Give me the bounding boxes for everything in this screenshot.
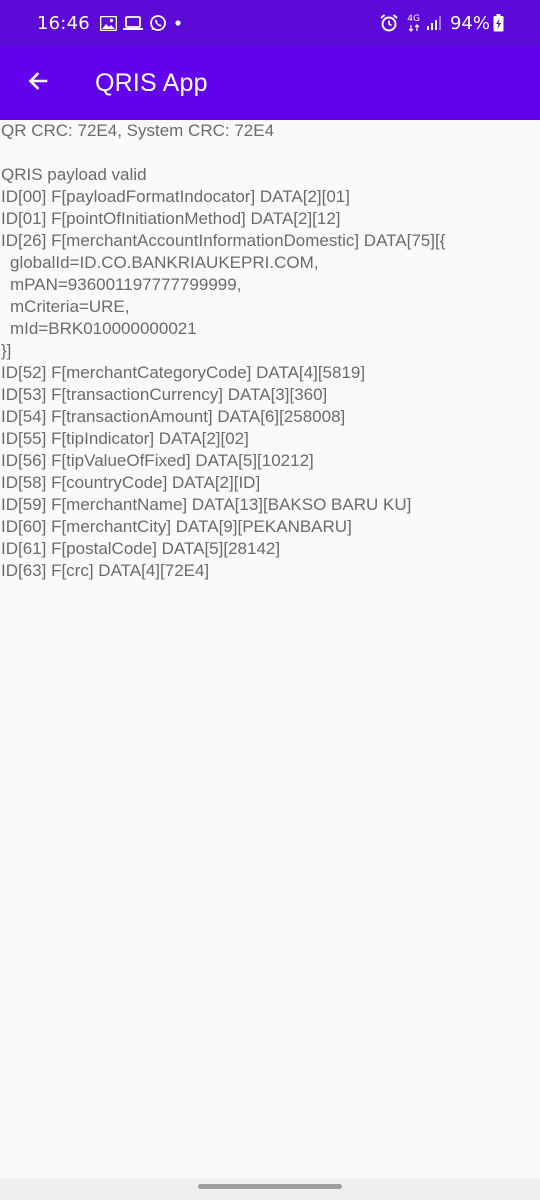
laptop-icon [122, 15, 143, 31]
payload-field-line: ID[00] F[payloadFormatIndocator] DATA[2]… [1, 187, 350, 206]
payload-field-line: ID[61] F[postalCode] DATA[5][28142] [1, 539, 281, 558]
whatsapp-icon [149, 14, 167, 32]
battery-charging-icon [493, 14, 504, 32]
notification-icons [99, 14, 189, 32]
back-button[interactable] [10, 55, 66, 111]
payload-field-line: ID[55] F[tipIndicator] DATA[2][02] [1, 429, 249, 448]
image-icon [99, 15, 117, 31]
arrow-left-icon [26, 69, 50, 98]
payload-field-line: ID[52] F[merchantCategoryCode] DATA[4][5… [1, 363, 366, 382]
payload-field-line: ID[60] F[merchantCity] DATA[9][PEKANBARU… [1, 517, 352, 536]
payload-field-line: ID[58] F[countryCode] DATA[2][ID] [1, 473, 261, 492]
network-4g-icon: 4G [407, 13, 420, 32]
merchant-info-subfield: mPAN=936001197777799999, [10, 275, 242, 294]
status-time: 16:46 [37, 12, 90, 34]
merchant-info-close: }] [1, 341, 12, 360]
payload-field-line: ID[53] F[transactionCurrency] DATA[3][36… [1, 385, 328, 404]
payload-field-line: ID[01] F[pointOfInitiationMethod] DATA[2… [1, 209, 341, 228]
payload-field-line: ID[54] F[transactionAmount] DATA[6][2580… [1, 407, 346, 426]
payload-field-line: ID[56] F[tipValueOfFixed] DATA[5][10212] [1, 451, 314, 470]
dot-icon [173, 18, 183, 28]
alarm-icon [379, 13, 399, 33]
crc-comparison-line: QR CRC: 72E4, System CRC: 72E4 [1, 121, 275, 140]
payload-field-line: ID[59] F[merchantName] DATA[13][BAKSO BA… [1, 495, 412, 514]
network-label: 4G [407, 13, 420, 24]
app-bar: QRIS App [0, 46, 540, 120]
payload-field-line: ID[63] F[crc] DATA[4][72E4] [1, 561, 210, 580]
payload-valid-line: QRIS payload valid [1, 165, 147, 184]
status-left: 16:46 [37, 13, 189, 34]
payload-field-line: ID[26] F[merchantAccountInformationDomes… [1, 231, 446, 250]
merchant-info-subfield: mCriteria=URE, [10, 297, 130, 316]
app-title: QRIS App [95, 68, 208, 97]
gesture-nav-bar [0, 1178, 540, 1200]
status-right: 4G 94% [373, 0, 504, 46]
merchant-info-subfield: globalId=ID.CO.BANKRIAUKEPRI.COM, [10, 253, 319, 272]
status-bar: 16:46 4G 94% [0, 0, 540, 46]
home-handle[interactable] [198, 1184, 342, 1189]
merchant-info-subfield: mId=BRK010000000021 [10, 319, 197, 338]
qris-payload-output: QR CRC: 72E4, System CRC: 72E4 QRIS payl… [0, 120, 540, 582]
battery-percent: 94% [449, 12, 490, 34]
signal-icon [426, 15, 442, 31]
